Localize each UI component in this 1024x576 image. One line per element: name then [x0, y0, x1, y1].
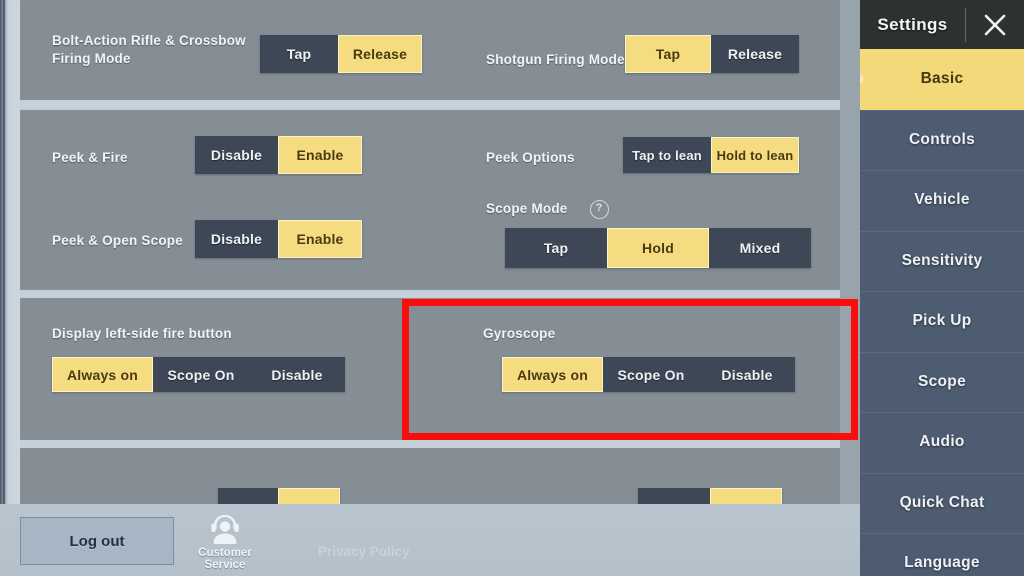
settings-screen: Bolt-Action Rifle & Crossbow Firing Mode…: [0, 0, 1024, 576]
bolt-action-firing-mode-label-line2: Firing Mode: [52, 51, 131, 67]
sidebar-item-label-scope: Scope: [917, 372, 966, 390]
privacy-policy-link[interactable]: Privacy Policy: [318, 544, 410, 559]
settings-content: Bolt-Action Rifle & Crossbow Firing Mode…: [20, 0, 860, 576]
settings-card-peek-and-scope: Peek & Fire Disable Enable Peek & Open S…: [20, 110, 840, 300]
setting-row-bolt-action-firing-mode: Bolt-Action Rifle & Crossbow Firing Mode: [52, 32, 267, 68]
active-item-marker-icon: [860, 72, 864, 86]
shotgun-firing-mode-option-tap[interactable]: Tap: [625, 35, 711, 73]
peek-options-option-tap-to-lean[interactable]: Tap to lean: [623, 137, 711, 173]
sidebar-item-label-controls: Controls: [908, 130, 976, 148]
scope-mode-option-tap[interactable]: Tap: [505, 228, 607, 268]
peek-options-label: Peek Options: [486, 150, 575, 165]
scope-mode-toggle[interactable]: Tap Hold Mixed: [505, 228, 811, 268]
peek-and-open-scope-option-disable[interactable]: Disable: [195, 220, 278, 258]
peek-and-open-scope-label: Peek & Open Scope: [52, 233, 183, 248]
bottom-bar: Log out Customer Service Privacy Policy: [0, 504, 860, 576]
close-icon: [984, 14, 1006, 35]
gyroscope-option-disable[interactable]: Disable: [699, 357, 795, 392]
help-icon[interactable]: ?: [589, 200, 609, 219]
bolt-action-firing-mode-label-line1: Bolt-Action Rifle & Crossbow: [52, 33, 246, 48]
sidebar-item-scope[interactable]: Scope: [860, 351, 1024, 412]
sidebar-item-label-audio: Audio: [919, 433, 965, 451]
bolt-action-firing-mode-option-tap[interactable]: Tap: [260, 35, 338, 73]
close-button[interactable]: [966, 12, 1024, 38]
sidebar-header: Settings: [860, 0, 1024, 49]
peek-and-fire-label: Peek & Fire: [52, 150, 128, 165]
logout-button[interactable]: Log out: [20, 517, 174, 565]
left-side-fire-button-option-disable[interactable]: Disable: [249, 357, 345, 392]
sidebar-item-pick-up[interactable]: Pick Up: [860, 291, 1024, 352]
left-side-fire-button-option-scope-on[interactable]: Scope On: [153, 357, 249, 392]
settings-card-firing-modes: Bolt-Action Rifle & Crossbow Firing Mode…: [20, 0, 840, 110]
peek-and-open-scope-toggle[interactable]: Disable Enable: [195, 220, 362, 258]
bolt-action-firing-mode-option-release[interactable]: Release: [338, 35, 422, 73]
settings-card-fire-button-and-gyroscope: Display left-side fire button Always on …: [20, 298, 840, 450]
shotgun-firing-mode-option-release[interactable]: Release: [711, 35, 799, 73]
left-side-fire-button-label: Display left-side fire button: [52, 326, 232, 341]
peek-options-option-hold-to-lean[interactable]: Hold to lean: [711, 137, 799, 173]
left-edge-rail: [0, 0, 20, 576]
sidebar-item-label-language: Language: [904, 554, 980, 572]
scope-mode-label: Scope Mode: [486, 201, 568, 217]
sidebar-item-vehicle[interactable]: Vehicle: [860, 170, 1024, 231]
gyroscope-option-always-on[interactable]: Always on: [502, 357, 603, 392]
left-side-fire-button-toggle[interactable]: Always on Scope On Disable: [52, 357, 345, 392]
sidebar-item-language[interactable]: Language: [860, 533, 1024, 576]
scope-mode-option-mixed[interactable]: Mixed: [709, 228, 811, 268]
settings-card-partial-next: [20, 448, 840, 524]
sidebar-item-label-basic: Basic: [920, 70, 964, 88]
left-edge-line: [3, 0, 5, 576]
sidebar-item-label-vehicle: Vehicle: [914, 191, 970, 209]
sidebar-item-label-pick-up: Pick Up: [912, 312, 972, 330]
scope-mode-option-hold[interactable]: Hold: [607, 228, 709, 268]
shotgun-firing-mode-toggle[interactable]: Tap Release: [625, 35, 799, 73]
peek-and-fire-toggle[interactable]: Disable Enable: [195, 136, 362, 174]
gyroscope-option-scope-on[interactable]: Scope On: [603, 357, 699, 392]
peek-and-fire-option-disable[interactable]: Disable: [195, 136, 278, 174]
sidebar-item-sensitivity[interactable]: Sensitivity: [860, 230, 1024, 291]
sidebar-item-controls[interactable]: Controls: [860, 109, 1024, 170]
headset-support-icon: [211, 515, 239, 544]
shotgun-firing-mode-label: Shotgun Firing Mode: [486, 52, 625, 67]
peek-and-fire-option-enable[interactable]: Enable: [278, 136, 362, 174]
bolt-action-firing-mode-toggle[interactable]: Tap Release: [260, 35, 422, 73]
sidebar-item-quick-chat[interactable]: Quick Chat: [860, 472, 1024, 533]
sidebar-item-label-quick-chat: Quick Chat: [899, 493, 985, 511]
page-title: Settings: [877, 14, 948, 34]
customer-service-label: Customer Service: [198, 547, 252, 571]
settings-sidebar: Settings Basic Controls Vehicle Sensitiv…: [860, 0, 1024, 576]
sidebar-item-label-sensitivity: Sensitivity: [901, 251, 983, 269]
sidebar-item-audio[interactable]: Audio: [860, 412, 1024, 473]
left-side-fire-button-option-always-on[interactable]: Always on: [52, 357, 153, 392]
peek-and-open-scope-option-enable[interactable]: Enable: [278, 220, 362, 258]
scope-mode-label-group: Scope Mode ?: [486, 200, 609, 219]
gyroscope-toggle[interactable]: Always on Scope On Disable: [502, 357, 795, 392]
sidebar-item-basic[interactable]: Basic: [860, 49, 1024, 110]
gyroscope-label: Gyroscope: [483, 326, 556, 341]
customer-service-button[interactable]: Customer Service: [186, 512, 264, 571]
peek-options-toggle[interactable]: Tap to lean Hold to lean: [623, 137, 799, 173]
